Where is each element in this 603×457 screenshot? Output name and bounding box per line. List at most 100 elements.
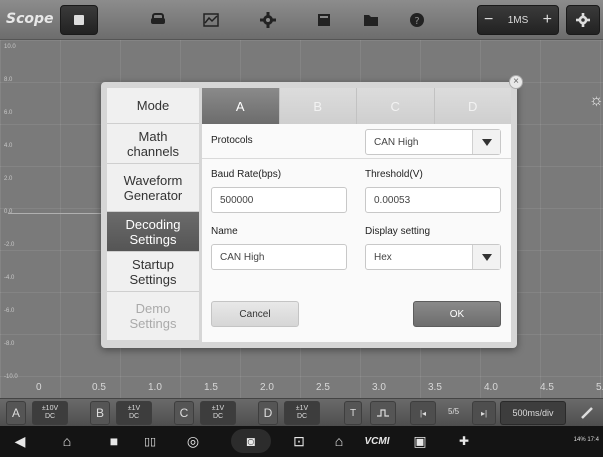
baud-rate-input[interactable]: 500000: [211, 187, 347, 213]
channel-a-button[interactable]: A: [6, 401, 26, 425]
shield-icon[interactable]: ◎: [183, 431, 203, 451]
timebase-decrease-button[interactable]: −: [484, 11, 493, 29]
camera-icon: ◙: [246, 433, 256, 449]
trigger-button[interactable]: T: [344, 401, 362, 425]
measure-icon: [203, 13, 219, 27]
threshold-input[interactable]: 0.00053: [365, 187, 501, 213]
y-tick-label: -8.0: [4, 341, 15, 347]
channel-range-button[interactable]: ±1V DC: [284, 401, 320, 425]
folder-icon: [364, 15, 378, 26]
settings-menu: Mode Math channels Waveform Generator De…: [107, 88, 199, 342]
tab-d[interactable]: D: [434, 88, 511, 124]
y-tick-label: 6.0: [4, 110, 13, 116]
x-tick-label: 4.0: [484, 382, 498, 393]
channel-bar: A ±10V DC B ±1V DC C ±1V DC D ±1V DC T |◂ 5/5 ▸| 50…: [0, 398, 603, 426]
baud-rate-label: Baud Rate(bps): [211, 169, 282, 180]
channel-coupling-value: DC: [128, 413, 140, 420]
folder-button[interactable]: [356, 5, 386, 35]
record-button[interactable]: [60, 5, 98, 35]
help-icon: ?: [410, 13, 424, 27]
split-icon[interactable]: ▯▯: [140, 431, 160, 451]
y-tick-label: -4.0: [4, 275, 15, 281]
prev-page-button[interactable]: |◂: [410, 401, 436, 425]
channel-range-button[interactable]: ±10V DC: [32, 401, 68, 425]
doctor-icon[interactable]: ✚: [452, 431, 476, 451]
channel-coupling-value: DC: [44, 413, 56, 420]
record-icon: [74, 15, 84, 25]
app-title: Scope: [6, 11, 54, 27]
x-tick-label: 4.5: [540, 382, 554, 393]
vehicle-button[interactable]: [143, 5, 173, 35]
dropdown-arrow-icon: [472, 245, 500, 269]
recent-apps-icon[interactable]: ■: [104, 431, 124, 451]
channel-range-button[interactable]: ±1V DC: [116, 401, 152, 425]
tab-b[interactable]: B: [279, 88, 357, 124]
screenshot-icon[interactable]: ⊡: [289, 431, 309, 451]
settings-dialog: Mode Math channels Waveform Generator De…: [101, 82, 517, 348]
trigger-mode-button[interactable]: [370, 401, 396, 425]
y-tick-label: 10.0: [4, 44, 16, 50]
close-icon[interactable]: ×: [509, 75, 523, 89]
measure-button[interactable]: [196, 5, 226, 35]
menu-item-math-channels[interactable]: Math channels: [107, 124, 199, 164]
probe-button[interactable]: [574, 401, 600, 425]
y-tick-label: -10.0: [4, 374, 18, 380]
next-page-button[interactable]: ▸|: [472, 401, 496, 425]
tab-c[interactable]: C: [357, 88, 435, 124]
menu-item-decoding-settings[interactable]: Decoding Settings: [107, 212, 199, 252]
y-tick-label: -6.0: [4, 308, 15, 314]
menu-item-waveform-generator[interactable]: Waveform Generator: [107, 164, 199, 212]
y-tick-label: 8.0: [4, 77, 13, 83]
y-tick-label: 2.0: [4, 176, 13, 182]
channel-d-button[interactable]: D: [258, 401, 278, 425]
name-input[interactable]: CAN High: [211, 244, 347, 270]
car-icon[interactable]: ▣: [410, 431, 430, 451]
house-icon[interactable]: ⌂: [329, 431, 349, 451]
display-setting-value: Hex: [374, 251, 392, 263]
dropdown-arrow-icon: [472, 130, 500, 154]
display-setting-select[interactable]: Hex: [365, 244, 501, 270]
protocols-label: Protocols: [211, 135, 253, 146]
y-tick-label: -2.0: [4, 242, 15, 248]
tab-a[interactable]: A: [202, 88, 280, 124]
home-icon[interactable]: ⌂: [57, 431, 77, 451]
settings-button[interactable]: [253, 5, 283, 35]
back-icon[interactable]: ◀: [10, 431, 30, 451]
x-tick-label: 5.0: [596, 382, 603, 393]
ok-button[interactable]: OK: [413, 301, 501, 327]
brightness-icon[interactable]: ☼: [589, 92, 603, 110]
camera-button[interactable]: ◙: [231, 429, 271, 453]
gear-icon: [260, 12, 276, 28]
note-button[interactable]: [309, 5, 339, 35]
menu-item-mode[interactable]: Mode: [107, 88, 199, 124]
name-label: Name: [211, 226, 238, 237]
timebase-control[interactable]: − 1MS +: [477, 5, 559, 35]
display-setting-label: Display setting: [365, 226, 431, 237]
time-division-button[interactable]: 500ms/div: [500, 401, 566, 425]
note-icon: [318, 14, 330, 26]
skip-back-icon: |◂: [419, 408, 427, 418]
threshold-label: Threshold(V): [365, 169, 423, 180]
probe-icon: [581, 407, 593, 419]
timebase-increase-button[interactable]: +: [543, 11, 552, 29]
system-navbar: ◀ ⌂ ■ ▯▯ ◎ ◙ ⊡ ⌂ VCMI ▣ ✚ 14% 17:4: [0, 426, 603, 457]
scope-settings-button[interactable]: [566, 5, 600, 35]
channel-b-button[interactable]: B: [90, 401, 110, 425]
channel-coupling-value: DC: [296, 413, 308, 420]
channel-c-button[interactable]: C: [174, 401, 194, 425]
divider: [202, 158, 511, 159]
help-button[interactable]: ?: [402, 5, 432, 35]
page-indicator: 5/5: [448, 407, 460, 416]
channel-range-value: ±1V: [295, 405, 309, 412]
x-tick-label: 1.5: [204, 382, 218, 393]
car-icon: [151, 13, 165, 24]
cancel-button[interactable]: Cancel: [211, 301, 299, 327]
channel-range-button[interactable]: ±1V DC: [200, 401, 236, 425]
x-tick-label: 2.0: [260, 382, 274, 393]
menu-item-startup-settings[interactable]: Startup Settings: [107, 252, 199, 292]
protocols-select[interactable]: CAN High: [365, 129, 501, 155]
y-tick-label: 0.0: [4, 209, 13, 215]
svg-text:?: ?: [414, 16, 419, 27]
menu-item-demo-settings[interactable]: Demo Settings: [107, 292, 199, 340]
vcm-icon[interactable]: VCMI: [362, 431, 392, 451]
